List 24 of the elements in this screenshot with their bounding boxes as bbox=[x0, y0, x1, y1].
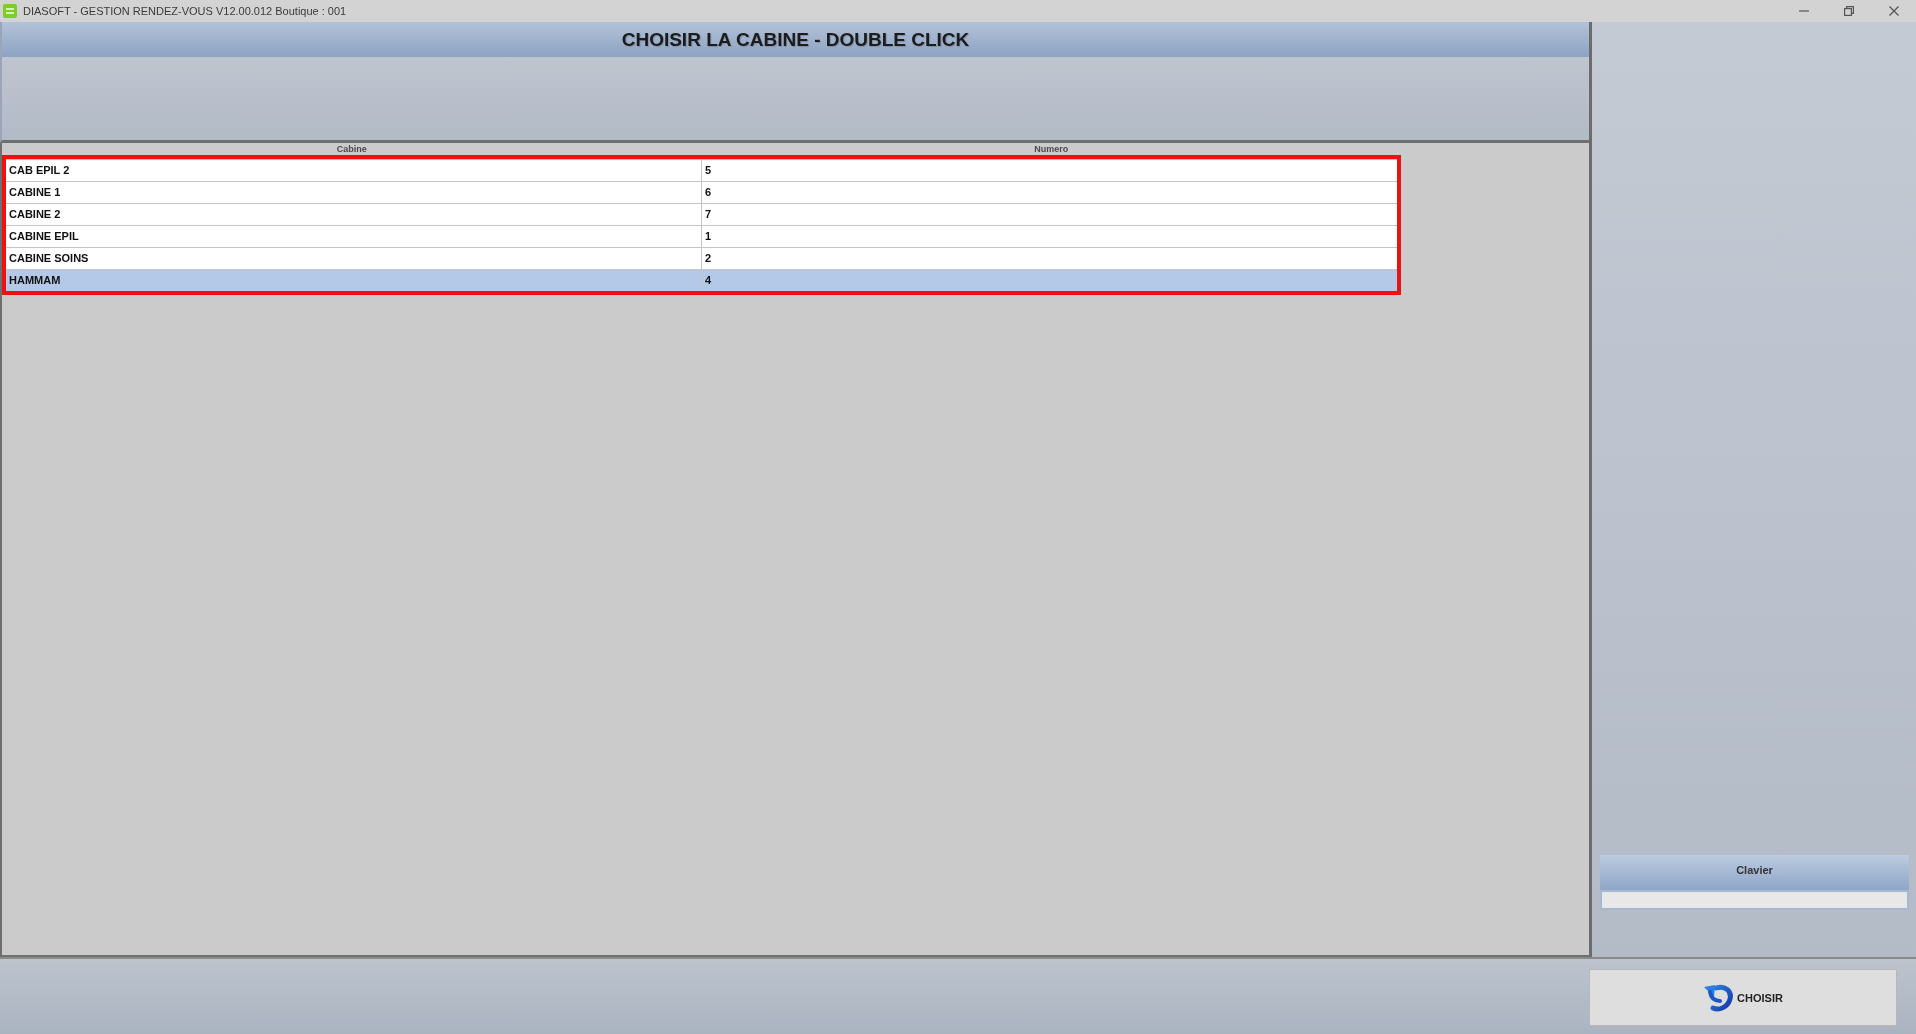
table-cell-text: 1 bbox=[704, 229, 713, 244]
table-cell-text: 7 bbox=[704, 207, 713, 222]
table-row[interactable]: HAMMAM 4 bbox=[6, 269, 1397, 291]
table-row[interactable]: CAB EPIL 2 5 bbox=[6, 159, 1397, 181]
restore-icon bbox=[1843, 6, 1854, 16]
table-cell-text: 5 bbox=[704, 163, 713, 178]
app-icon bbox=[3, 4, 17, 18]
curved-arrow-icon bbox=[1703, 983, 1734, 1012]
close-icon bbox=[1888, 6, 1899, 16]
window-title: DIASOFT - GESTION RENDEZ-VOUS V12.00.012 Boutique : 001 bbox=[23, 5, 347, 17]
table-row[interactable]: CABINE 1 6 bbox=[6, 181, 1397, 203]
table-cell: HAMMAM bbox=[6, 270, 702, 291]
keyboard-heading: Clavier bbox=[1600, 855, 1909, 890]
choose-button[interactable]: CHOISIR bbox=[1589, 969, 1897, 1026]
column-header[interactable]: Cabine bbox=[2, 143, 702, 155]
table-cell-text: 6 bbox=[704, 185, 713, 200]
table-row[interactable]: CABINE EPIL 1 bbox=[6, 225, 1397, 247]
column-header[interactable]: Numero bbox=[701, 143, 1401, 155]
table-row[interactable]: CABINE 2 7 bbox=[6, 203, 1397, 225]
table-cell-text: 4 bbox=[704, 273, 713, 288]
dialog-title: CHOISIR LA CABINE - DOUBLE CLICK bbox=[621, 28, 970, 51]
table-cell-text: 2 bbox=[704, 251, 713, 266]
table-row[interactable]: CABINE SOINS 2 bbox=[6, 247, 1397, 269]
keyboard-input[interactable] bbox=[1600, 890, 1909, 910]
